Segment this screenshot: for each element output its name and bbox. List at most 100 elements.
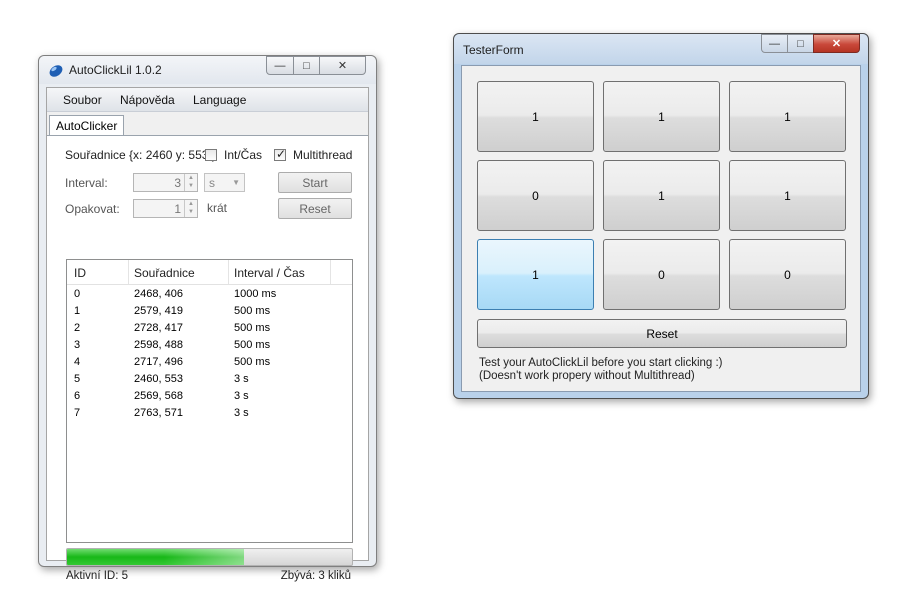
- interval-unit-value: s: [209, 176, 215, 190]
- grid-button-1[interactable]: 1: [477, 81, 594, 152]
- list-row[interactable]: 0 2468, 406 1000 ms: [67, 286, 352, 303]
- row-id: 0: [74, 288, 81, 300]
- menu-soubor[interactable]: Soubor: [63, 93, 102, 107]
- row-time: 500 ms: [234, 339, 271, 351]
- repeat-unit-label: krát: [207, 201, 228, 215]
- opakovat-label: Opakovat:: [65, 202, 120, 216]
- row-coords: 2468, 406: [134, 288, 183, 300]
- start-button[interactable]: Start: [278, 172, 352, 193]
- menu-napoveda[interactable]: Nápověda: [120, 93, 175, 107]
- tester-note-line1: Test your AutoClickLil before you start …: [479, 357, 723, 369]
- spin-arrows-icon[interactable]: ▲ ▼: [184, 200, 197, 217]
- menu-language[interactable]: Language: [193, 93, 246, 107]
- column-interval[interactable]: Interval / Čas: [234, 266, 305, 280]
- row-coords: 2579, 419: [134, 305, 183, 317]
- minimize-button[interactable]: —: [266, 56, 294, 75]
- interval-label: Interval:: [65, 176, 108, 190]
- row-coords: 2598, 488: [134, 339, 183, 351]
- click-progress-bar: [66, 548, 353, 566]
- row-time: 3 s: [234, 373, 249, 385]
- menu-bar: Soubor Nápověda Language: [47, 88, 368, 112]
- column-id[interactable]: ID: [74, 266, 86, 280]
- list-row[interactable]: 7 2763, 571 3 s: [67, 405, 352, 422]
- app-icon: [49, 65, 63, 77]
- interval-unit-select[interactable]: s ▼: [204, 173, 245, 192]
- interval-value: 3: [174, 176, 181, 190]
- grid-button-9[interactable]: 0: [729, 239, 846, 310]
- column-coordinates[interactable]: Souřadnice: [134, 266, 195, 280]
- row-coords: 2728, 417: [134, 322, 183, 334]
- row-id: 2: [74, 322, 81, 334]
- active-id-status: Aktivní ID: 5: [66, 570, 128, 582]
- interval-stepper[interactable]: 3 ▲ ▼: [133, 173, 198, 192]
- title-bar[interactable]: TesterForm — □ ✕: [454, 34, 868, 64]
- int-cas-checkbox[interactable]: [205, 149, 217, 161]
- close-button[interactable]: ✕: [813, 34, 860, 53]
- minimize-icon: —: [769, 37, 780, 50]
- autoclicklil-window: AutoClickLil 1.0.2 — □ ✕ Soubor Nápověda…: [38, 55, 377, 582]
- remaining-clicks-status: Zbývá: 3 kliků: [280, 570, 351, 582]
- coordinates-label: Souřadnice {x: 2460 y: 553 }: [65, 148, 216, 162]
- column-divider[interactable]: [128, 260, 129, 284]
- row-id: 7: [74, 407, 81, 419]
- grid-button-3[interactable]: 1: [729, 81, 846, 152]
- reset-button[interactable]: Reset: [477, 319, 847, 348]
- click-points-list[interactable]: ID Souřadnice Interval / Čas 0 2468, 406…: [66, 259, 353, 543]
- list-row[interactable]: 1 2579, 419 500 ms: [67, 303, 352, 320]
- grid-button-8[interactable]: 0: [603, 239, 720, 310]
- minimize-button[interactable]: —: [761, 34, 788, 53]
- grid-button-7[interactable]: 1: [477, 239, 594, 310]
- list-header: ID Souřadnice Interval / Čas: [67, 260, 352, 285]
- row-coords: 2460, 553: [134, 373, 183, 385]
- close-button[interactable]: ✕: [319, 56, 366, 75]
- row-id: 3: [74, 339, 81, 351]
- maximize-button[interactable]: □: [787, 34, 814, 53]
- row-time: 500 ms: [234, 356, 271, 368]
- window-title: TesterForm: [463, 43, 524, 57]
- list-row[interactable]: 2 2728, 417 500 ms: [67, 320, 352, 337]
- row-id: 1: [74, 305, 81, 317]
- grid-button-4[interactable]: 0: [477, 160, 594, 231]
- maximize-button[interactable]: □: [293, 56, 320, 75]
- testerform-window: TesterForm — □ ✕ 1 1 1 0 1 1 1 0 0 Reset…: [453, 33, 869, 399]
- row-id: 6: [74, 390, 81, 402]
- grid-button-6[interactable]: 1: [729, 160, 846, 231]
- column-divider[interactable]: [330, 260, 331, 284]
- row-coords: 2569, 568: [134, 390, 183, 402]
- list-row[interactable]: 3 2598, 488 500 ms: [67, 337, 352, 354]
- row-time: 3 s: [234, 407, 249, 419]
- list-row[interactable]: 6 2569, 568 3 s: [67, 388, 352, 405]
- repeat-value: 1: [174, 202, 181, 216]
- tab-autoclicker[interactable]: AutoClicker: [49, 115, 125, 136]
- multithread-label: Multithread: [293, 148, 353, 162]
- maximize-icon: □: [797, 37, 804, 50]
- client-area: Soubor Nápověda Language AutoClicker Sou…: [46, 87, 369, 582]
- reset-button[interactable]: Reset: [278, 198, 352, 219]
- list-row[interactable]: 4 2717, 496 500 ms: [67, 354, 352, 371]
- close-icon: ✕: [831, 38, 842, 50]
- row-time: 500 ms: [234, 322, 271, 334]
- row-coords: 2763, 571: [134, 407, 183, 419]
- progress-fill: [67, 549, 244, 565]
- row-id: 5: [74, 373, 81, 385]
- close-icon: ✕: [337, 60, 348, 72]
- maximize-icon: □: [303, 59, 310, 72]
- title-bar[interactable]: AutoClickLil 1.0.2 — □ ✕: [39, 56, 376, 84]
- list-row[interactable]: 5 2460, 553 3 s: [67, 371, 352, 388]
- grid-button-5[interactable]: 1: [603, 160, 720, 231]
- column-divider[interactable]: [228, 260, 229, 284]
- row-id: 4: [74, 356, 81, 368]
- row-coords: 2717, 496: [134, 356, 183, 368]
- row-time: 1000 ms: [234, 288, 277, 300]
- multithread-checkbox[interactable]: [274, 147, 286, 161]
- grid-button-2[interactable]: 1: [603, 81, 720, 152]
- spin-arrows-icon[interactable]: ▲ ▼: [184, 174, 197, 191]
- row-time: 500 ms: [234, 305, 271, 317]
- tester-note-line2: (Doesn't work propery without Multithrea…: [479, 370, 695, 382]
- minimize-icon: —: [274, 59, 286, 72]
- client-area: 1 1 1 0 1 1 1 0 0 Reset Test your AutoCl…: [461, 65, 861, 392]
- repeat-stepper[interactable]: 1 ▲ ▼: [133, 199, 198, 218]
- window-title: AutoClickLil 1.0.2: [69, 63, 162, 77]
- int-cas-label: Int/Čas: [224, 148, 263, 162]
- chevron-down-icon: ▼: [232, 178, 240, 187]
